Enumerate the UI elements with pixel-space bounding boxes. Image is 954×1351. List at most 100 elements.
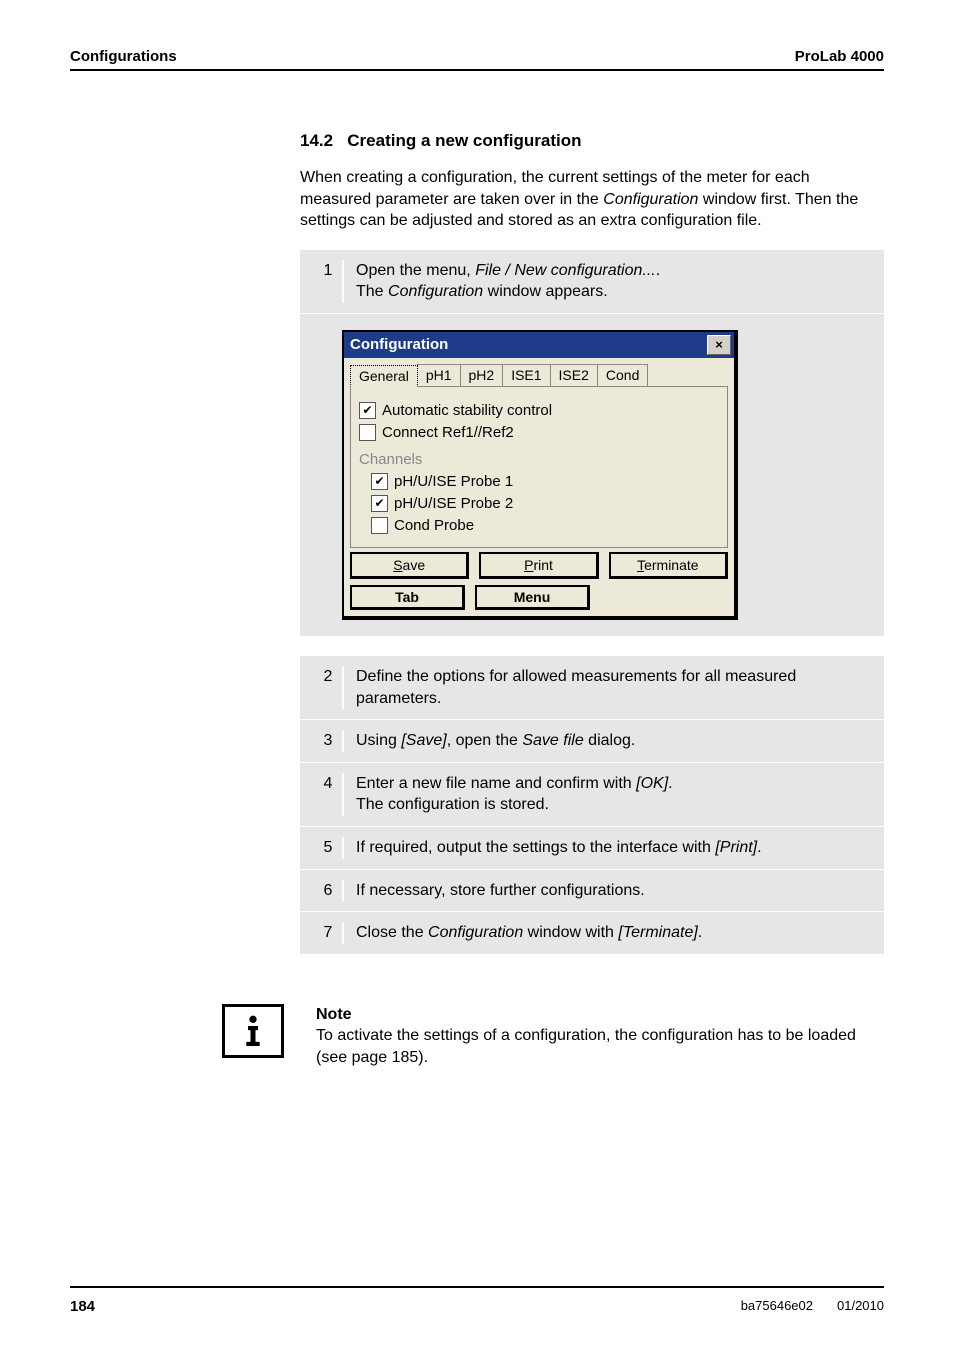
d	[342, 730, 344, 752]
t: Save file	[522, 732, 583, 749]
d	[342, 773, 344, 816]
step-number: 4	[314, 773, 342, 816]
dialog-title: Configuration	[350, 332, 448, 358]
save-button[interactable]: Save	[350, 552, 469, 579]
checkbox-row-probe2[interactable]: ✔ pH/U/ISE Probe 2	[371, 495, 719, 512]
dialog-panel: ✔ Automatic stability control Connect Re…	[350, 386, 728, 548]
checkbox-unchecked-icon	[371, 517, 388, 534]
step-row: 4 Enter a new file name and confirm with…	[300, 763, 884, 827]
t: /	[501, 262, 514, 279]
t: Enter a new file name and confirm with	[356, 775, 636, 792]
checkbox-row-condprobe[interactable]: Cond Probe	[371, 517, 719, 534]
tab-key-button[interactable]: Tab	[350, 585, 465, 610]
checkbox-label: Connect Ref1//Ref2	[382, 424, 514, 441]
step-text: Enter a new file name and confirm with […	[356, 773, 872, 816]
step-text: Close the Configuration window with [Ter…	[356, 922, 872, 944]
tab-ise2[interactable]: ISE2	[550, 364, 598, 386]
section-number: 14.2	[300, 131, 333, 150]
checkbox-label: Cond Probe	[394, 517, 474, 534]
t: [OK]	[636, 775, 668, 792]
t: window appears.	[483, 283, 608, 300]
step-row: 2 Define the options for allowed measure…	[300, 656, 884, 720]
t: [Save]	[401, 732, 446, 749]
t: Open the menu,	[356, 262, 475, 279]
t: The	[356, 283, 388, 300]
header-left: Configurations	[70, 48, 177, 65]
step-number: 2	[314, 666, 342, 709]
checkbox-row-auto[interactable]: ✔ Automatic stability control	[359, 402, 719, 419]
footer-rule	[70, 1286, 884, 1288]
note-text: Note To activate the settings of a confi…	[316, 1004, 884, 1069]
channels-group-label: Channels	[359, 451, 719, 468]
t: File	[475, 262, 501, 279]
step-row: 1 Open the menu, File / New configuratio…	[300, 250, 884, 314]
info-glyph-icon	[233, 1011, 273, 1051]
step-divider	[342, 260, 344, 303]
checkbox-row-connect[interactable]: Connect Ref1//Ref2	[359, 424, 719, 441]
close-button[interactable]: ×	[707, 335, 731, 355]
t: window with	[523, 924, 618, 941]
info-icon	[222, 1004, 284, 1058]
checkbox-checked-icon: ✔	[359, 402, 376, 419]
t: Configuration	[428, 924, 523, 941]
checkbox-unchecked-icon	[359, 424, 376, 441]
page-number: 184	[70, 1298, 95, 1315]
t: S	[393, 557, 402, 573]
doc-id: ba75646e02	[741, 1298, 813, 1315]
intro-paragraph: When creating a configuration, the curre…	[300, 167, 884, 232]
dialog-area: Configuration × General pH1 pH2 ISE1 ISE…	[300, 314, 884, 636]
d	[342, 922, 344, 944]
step-number: 6	[314, 880, 342, 902]
checkbox-checked-icon: ✔	[371, 495, 388, 512]
step-number: 1	[314, 260, 342, 303]
step-row: 6 If necessary, store further configurat…	[300, 870, 884, 913]
step-text: Using [Save], open the Save file dialog.	[356, 730, 872, 752]
step-number: 3	[314, 730, 342, 752]
t: .	[698, 924, 702, 941]
tab-strip: General pH1 pH2 ISE1 ISE2 Cond	[344, 358, 734, 386]
intro-italic: Configuration	[603, 191, 698, 208]
t: Close the	[356, 924, 428, 941]
checkbox-label: Automatic stability control	[382, 402, 552, 419]
tab-general[interactable]: General	[350, 365, 418, 387]
t: dialog.	[584, 732, 636, 749]
tab-ph2[interactable]: pH2	[460, 364, 504, 386]
menu-key-button[interactable]: Menu	[475, 585, 590, 610]
doc-date: 01/2010	[837, 1298, 884, 1315]
terminate-button[interactable]: Terminate	[609, 552, 728, 579]
d	[342, 666, 344, 709]
note-label: Note	[316, 1006, 352, 1023]
step-number: 7	[314, 922, 342, 944]
d	[342, 880, 344, 902]
tab-ise1[interactable]: ISE1	[502, 364, 550, 386]
checkbox-label: pH/U/ISE Probe 1	[394, 473, 513, 490]
t: .	[656, 262, 660, 279]
t: Configuration	[388, 283, 483, 300]
t: The configuration is stored.	[356, 796, 549, 813]
t: [Terminate]	[618, 924, 697, 941]
step-text: If required, output the settings to the …	[356, 837, 872, 859]
checkbox-checked-icon: ✔	[371, 473, 388, 490]
note-body: To activate the settings of a configurat…	[316, 1027, 856, 1066]
t: .	[757, 839, 761, 856]
t: .	[668, 775, 672, 792]
step-number: 5	[314, 837, 342, 859]
tab-ph1[interactable]: pH1	[417, 364, 461, 386]
t: New configuration...	[514, 262, 655, 279]
step-text: Open the menu, File / New configuration.…	[356, 260, 872, 303]
t: [Print]	[715, 839, 757, 856]
step-text: If necessary, store further configuratio…	[356, 880, 872, 902]
tab-cond[interactable]: Cond	[597, 364, 648, 386]
header-right: ProLab 4000	[795, 48, 884, 65]
t: If required, output the settings to the …	[356, 839, 715, 856]
dialog-titlebar: Configuration ×	[344, 332, 734, 358]
print-button[interactable]: Print	[479, 552, 598, 579]
step-text: Define the options for allowed measureme…	[356, 666, 872, 709]
step-row: 7 Close the Configuration window with [T…	[300, 912, 884, 954]
configuration-dialog: Configuration × General pH1 pH2 ISE1 ISE…	[342, 330, 738, 620]
t: , open the	[447, 732, 523, 749]
section-heading: 14.2 Creating a new configuration	[300, 131, 884, 151]
checkbox-label: pH/U/ISE Probe 2	[394, 495, 513, 512]
t: T	[637, 557, 644, 573]
checkbox-row-probe1[interactable]: ✔ pH/U/ISE Probe 1	[371, 473, 719, 490]
